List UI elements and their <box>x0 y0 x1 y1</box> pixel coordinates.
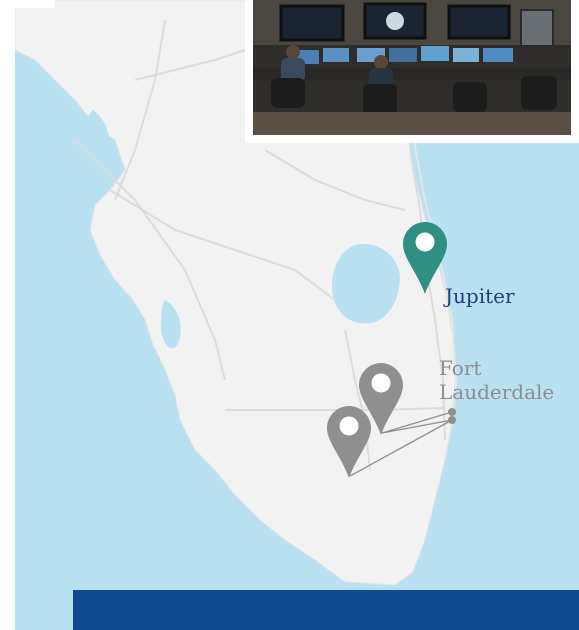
map-top-notch <box>15 0 55 8</box>
control-room-photo[interactable] <box>253 0 571 135</box>
control-room-photo-art <box>253 0 571 135</box>
fort-lauderdale-dot-2 <box>448 416 456 424</box>
city-label-fort-lauderdale: Fort Lauderdale <box>439 356 555 404</box>
footer-bar <box>73 590 579 630</box>
city-label-jupiter: Jupiter <box>445 284 515 308</box>
fort-lauderdale-dot <box>448 408 456 416</box>
left-margin <box>0 0 15 630</box>
